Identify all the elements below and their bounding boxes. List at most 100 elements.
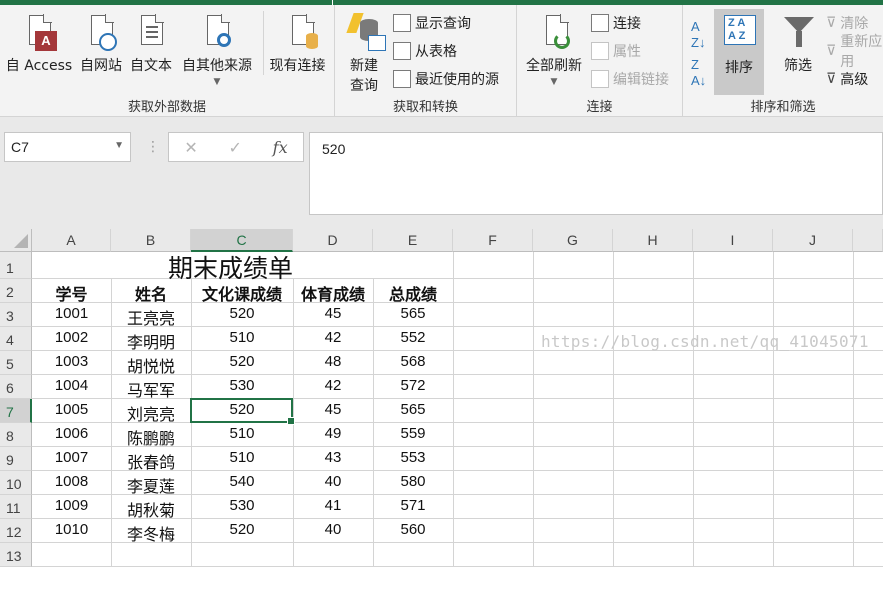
table-header-cell[interactable]: 总成绩 <box>373 281 453 304</box>
from-other-sources-button[interactable]: 自其他来源 ▼ <box>176 11 258 87</box>
row-header-8[interactable]: 8 <box>0 423 32 447</box>
table-cell[interactable]: 40 <box>293 473 373 495</box>
row-header-4[interactable]: 4 <box>0 327 32 351</box>
column-header-d[interactable]: D <box>293 229 373 252</box>
insert-function-icon[interactable]: fx <box>273 138 288 157</box>
table-cell[interactable]: 572 <box>373 377 453 399</box>
table-cell[interactable]: 48 <box>293 353 373 375</box>
row-header-10[interactable]: 10 <box>0 471 32 495</box>
table-cell[interactable]: 45 <box>293 401 373 423</box>
table-cell[interactable]: 1002 <box>32 329 111 351</box>
table-cell[interactable]: 1005 <box>32 401 111 423</box>
row-header-3[interactable]: 3 <box>0 303 32 327</box>
table-cell[interactable]: 580 <box>373 473 453 495</box>
worksheet-grid[interactable]: A B C D E F G H I J 1 2 3 4 5 6 7 8 9 10 11 12 13 期末成绩单 学号 姓名 文化课成… <box>0 229 883 592</box>
advanced-filter-button[interactable]: ⊽ 高级 <box>826 67 868 91</box>
table-cell[interactable]: 565 <box>373 401 453 423</box>
table-cell[interactable]: 553 <box>373 449 453 471</box>
table-cell[interactable]: 李明明 <box>111 329 191 352</box>
table-cell[interactable]: 49 <box>293 425 373 447</box>
existing-connections-button[interactable]: 现有连接 <box>263 11 331 75</box>
formula-input[interactable]: 520 <box>309 132 883 215</box>
column-header-i[interactable]: I <box>693 229 773 252</box>
table-cell[interactable]: 560 <box>373 521 453 543</box>
recent-sources-button[interactable]: 最近使用的源 <box>393 67 499 91</box>
table-cell[interactable]: 510 <box>191 449 293 471</box>
table-cell[interactable]: 552 <box>373 329 453 351</box>
table-cell[interactable]: 李夏莲 <box>111 473 191 496</box>
row-header-12[interactable]: 12 <box>0 519 32 543</box>
table-header-cell[interactable]: 体育成绩 <box>293 281 373 304</box>
table-cell[interactable]: 张春鸽 <box>111 449 191 472</box>
table-cell[interactable]: 571 <box>373 497 453 519</box>
from-web-button[interactable]: 自网站 <box>77 11 125 75</box>
table-cell[interactable]: 1004 <box>32 377 111 399</box>
column-header-a[interactable]: A <box>32 229 111 252</box>
table-cell[interactable]: 559 <box>373 425 453 447</box>
table-cell[interactable]: 41 <box>293 497 373 519</box>
sort-a-to-z-icon[interactable]: A Z↓ <box>691 19 705 51</box>
show-queries-button[interactable]: 显示查询 <box>393 11 471 35</box>
row-header-6[interactable]: 6 <box>0 375 32 399</box>
refresh-all-button[interactable]: 全部刷新 ▼ <box>521 11 587 87</box>
table-header-cell[interactable]: 文化课成绩 <box>191 281 293 304</box>
chevron-down-icon[interactable]: ▼ <box>114 140 124 151</box>
row-header-5[interactable]: 5 <box>0 351 32 375</box>
table-cell[interactable]: 42 <box>293 377 373 399</box>
table-cell[interactable]: 530 <box>191 377 293 399</box>
from-access-button[interactable]: A 自 Access <box>4 11 74 75</box>
table-cell[interactable]: 530 <box>191 497 293 519</box>
connections-button[interactable]: 连接 <box>591 11 641 35</box>
table-cell[interactable]: 40 <box>293 521 373 543</box>
from-text-button[interactable]: 自文本 <box>127 11 175 75</box>
table-cell[interactable]: 520 <box>191 353 293 375</box>
edit-links-button[interactable]: 编辑链接 <box>591 67 669 91</box>
table-cell[interactable]: 刘亮亮 <box>111 401 191 424</box>
column-header-j[interactable]: J <box>773 229 853 252</box>
column-header-partial[interactable] <box>853 229 883 252</box>
table-cell[interactable]: 568 <box>373 353 453 375</box>
row-header-9[interactable]: 9 <box>0 447 32 471</box>
table-cell[interactable]: 胡秋菊 <box>111 497 191 520</box>
column-header-f[interactable]: F <box>453 229 533 252</box>
column-header-e[interactable]: E <box>373 229 453 252</box>
table-header-cell[interactable]: 姓名 <box>111 281 191 304</box>
table-cell[interactable]: 43 <box>293 449 373 471</box>
from-table-button[interactable]: 从表格 <box>393 39 457 63</box>
table-cell[interactable]: 45 <box>293 305 373 327</box>
table-cell[interactable]: 1008 <box>32 473 111 495</box>
new-query-button[interactable]: 新建 查询 <box>339 11 389 95</box>
table-cell[interactable]: 540 <box>191 473 293 495</box>
select-all-button[interactable] <box>0 229 32 252</box>
table-cell[interactable]: 王亮亮 <box>111 305 191 328</box>
sort-z-to-a-icon[interactable]: Z A↓ <box>691 57 706 89</box>
table-header-cell[interactable]: 学号 <box>32 281 111 304</box>
table-cell[interactable]: 胡悦悦 <box>111 353 191 376</box>
name-box[interactable]: C7 ▼ <box>4 132 131 162</box>
column-header-g[interactable]: G <box>533 229 613 252</box>
filter-button[interactable]: 筛选 <box>773 11 823 75</box>
table-cell[interactable]: 1001 <box>32 305 111 327</box>
resize-handle-icon[interactable]: ⋮ <box>146 139 160 155</box>
table-cell[interactable]: 1009 <box>32 497 111 519</box>
table-cell[interactable]: 马军军 <box>111 377 191 400</box>
table-cell[interactable]: 520 <box>191 521 293 543</box>
row-header-1[interactable]: 1 <box>0 252 32 279</box>
table-cell[interactable]: 1003 <box>32 353 111 375</box>
table-cell[interactable]: 1006 <box>32 425 111 447</box>
sort-button[interactable]: Z AA Z 排序 <box>714 9 764 95</box>
row-header-11[interactable]: 11 <box>0 495 32 519</box>
table-cell[interactable]: 510 <box>191 329 293 351</box>
cancel-icon[interactable]: ✕ <box>184 138 197 157</box>
row-header-2[interactable]: 2 <box>0 279 32 303</box>
table-cell[interactable]: 1007 <box>32 449 111 471</box>
table-cell[interactable]: 520 <box>191 305 293 327</box>
table-cell[interactable]: 565 <box>373 305 453 327</box>
column-header-h[interactable]: H <box>613 229 693 252</box>
table-cell[interactable]: 42 <box>293 329 373 351</box>
table-cell[interactable]: 陈鹏鹏 <box>111 425 191 448</box>
table-cell[interactable]: 李冬梅 <box>111 521 191 544</box>
row-header-13[interactable]: 13 <box>0 543 32 567</box>
enter-icon[interactable]: ✓ <box>229 138 242 157</box>
properties-button[interactable]: 属性 <box>591 39 641 63</box>
